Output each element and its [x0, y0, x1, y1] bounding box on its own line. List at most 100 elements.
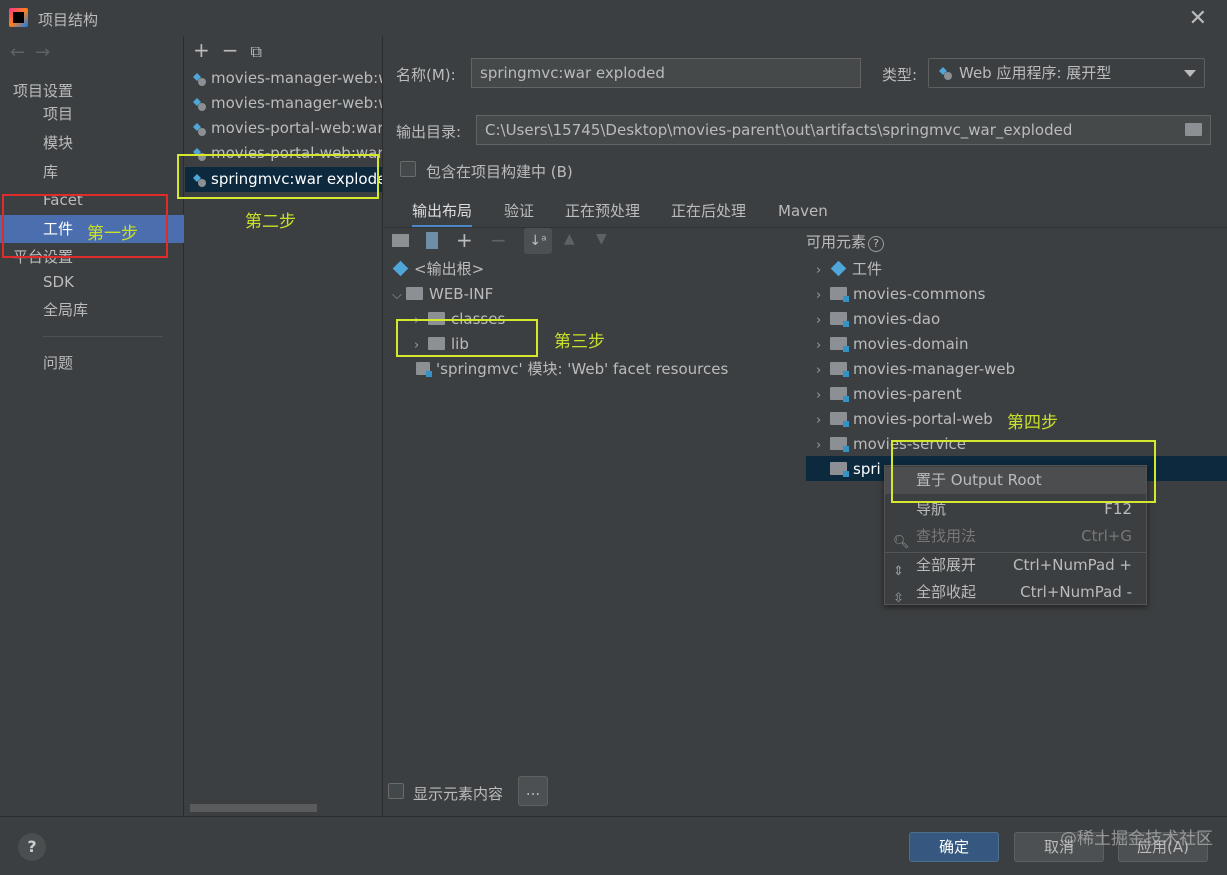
available-item[interactable]: › movies-commons [816, 282, 985, 307]
folder-icon [406, 287, 423, 300]
annotation-step1: 第一步 [87, 224, 138, 244]
show-contents-label: 显示元素内容 [413, 785, 504, 803]
chevron-down-icon [1184, 70, 1196, 77]
output-root-label: <输出根> [414, 260, 485, 278]
artifact-item[interactable]: movies-manager-web:w [185, 66, 382, 91]
type-select[interactable]: Web 应用程序: 展开型 [928, 58, 1205, 88]
artifact-item[interactable]: movies-manager-web:w [185, 91, 383, 116]
available-item[interactable]: › 工件 [816, 257, 882, 282]
nav-item-global-libraries[interactable]: 全局库 [0, 296, 184, 324]
web-inf-label: WEB-INF [429, 285, 494, 303]
annotation-yellow-box [177, 154, 379, 199]
layout-toolbar: + − ↓ᵃ ▲ ▼ [384, 228, 804, 256]
project-settings-header: 项目设置 [13, 82, 74, 100]
artifact-item[interactable]: movies-portal-web:war [185, 116, 383, 141]
chevron-right-icon[interactable]: › [816, 408, 830, 433]
title-bar: 项目结构 ✕ [0, 0, 1227, 36]
output-dir-label: 输出目录: [396, 123, 462, 141]
annotation-step4: 第四步 [1007, 413, 1058, 433]
module-icon [830, 312, 849, 327]
available-item[interactable]: › movies-domain [816, 332, 968, 357]
module-icon [830, 462, 849, 477]
nav-separator [43, 336, 163, 337]
facet-resources-label: 'springmvc' 模块: 'Web' facet resources [436, 360, 729, 378]
available-item[interactable]: › movies-dao [816, 307, 940, 332]
chevron-down-icon[interactable]: ⌵ [392, 283, 406, 308]
copy-artifact-button[interactable]: ⧉ [251, 42, 274, 62]
web-artifact-icon [193, 73, 206, 86]
artifact-editor: 名称(M): springmvc:war exploded 类型: Web 应用… [384, 36, 1227, 816]
nav-item-modules[interactable]: 模块 [0, 129, 184, 157]
available-item[interactable]: › movies-portal-web [816, 407, 993, 432]
sort-icon[interactable]: ↓ᵃ [524, 228, 552, 254]
output-root-icon [392, 260, 409, 277]
available-item[interactable]: › movies-manager-web [816, 357, 1015, 382]
tree-row-output-root[interactable]: <输出根> [392, 257, 484, 282]
available-elements-header: 可用元素? [806, 231, 885, 252]
move-down-icon[interactable]: ▼ [596, 231, 607, 247]
facet-resources-icon [416, 362, 432, 377]
settings-nav: ←→ 项目设置 项目 模块 库 Facet 工件 平台设置 SDK 全局库 问题 [0, 36, 184, 816]
chevron-right-icon[interactable]: › [816, 283, 830, 308]
include-in-build-checkbox[interactable] [400, 161, 416, 177]
watermark: @稀土掘金技术社区 [1060, 829, 1213, 849]
menu-item-expand-all[interactable]: ⇕ 全部展开 Ctrl+NumPad + [885, 552, 1146, 579]
nav-item-problems[interactable]: 问题 [0, 349, 184, 377]
artifact-list-panel: +−⧉ movies-manager-web:w movies-manager-… [185, 36, 383, 816]
menu-item-find-usages[interactable]: 🔍︎ 查找用法 Ctrl+G [885, 523, 1146, 550]
tab-post-processing[interactable]: 正在后处理 [671, 198, 746, 228]
annotation-yellow-box [396, 319, 538, 357]
type-value: Web 应用程序: 展开型 [959, 64, 1112, 82]
artifact-label: movies-portal-web:war [211, 119, 383, 137]
nav-item-project[interactable]: 项目 [0, 100, 184, 128]
type-label: 类型: [882, 66, 918, 84]
menu-item-collapse-all[interactable]: ⇳ 全部收起 Ctrl+NumPad - [885, 579, 1146, 606]
annotation-step2: 第二步 [245, 212, 296, 232]
name-label: 名称(M): [396, 66, 456, 84]
intellij-logo-icon [9, 8, 28, 27]
tree-row-facet-resources[interactable]: 'springmvc' 模块: 'Web' facet resources [416, 357, 728, 382]
module-icon [830, 337, 849, 352]
module-icon [830, 387, 849, 402]
name-field[interactable]: springmvc:war exploded [471, 58, 861, 88]
nav-item-libraries[interactable]: 库 [0, 158, 184, 186]
tab-pre-processing[interactable]: 正在预处理 [565, 198, 640, 228]
available-item-selected[interactable]: spri [830, 457, 881, 482]
include-in-build-label: 包含在项目构建中 (B) [426, 163, 573, 181]
chevron-right-icon[interactable]: › [816, 433, 830, 458]
archive-icon[interactable] [426, 232, 438, 249]
folder-browse-icon[interactable] [1185, 123, 1202, 136]
chevron-right-icon[interactable]: › [816, 308, 830, 333]
artifacts-icon [830, 260, 847, 277]
tab-validation[interactable]: 验证 [504, 198, 534, 228]
module-icon [830, 437, 849, 452]
ok-button[interactable]: 确定 [909, 832, 999, 862]
chevron-right-icon[interactable]: › [816, 258, 830, 283]
tab-maven[interactable]: Maven [778, 198, 828, 228]
tab-output-layout[interactable]: 输出布局 [412, 198, 473, 228]
close-icon[interactable]: ✕ [1189, 6, 1207, 31]
nav-item-sdk[interactable]: SDK [0, 268, 184, 296]
horizontal-scrollbar[interactable] [190, 804, 317, 812]
annotation-step3: 第三步 [554, 332, 605, 352]
artifact-label: movies-manager-web:w [211, 94, 383, 112]
move-up-icon[interactable]: ▲ [564, 231, 575, 247]
artifact-toolbar: +−⧉ [193, 38, 274, 62]
new-folder-icon[interactable] [392, 234, 409, 247]
add-icon[interactable]: + [456, 228, 473, 252]
back-forward-icons[interactable]: ←→ [10, 42, 60, 63]
chevron-right-icon[interactable]: › [816, 333, 830, 358]
tree-row-web-inf[interactable]: ⌵ WEB-INF [392, 282, 493, 307]
remove-icon[interactable]: − [490, 228, 507, 252]
add-artifact-button[interactable]: + [193, 38, 222, 62]
output-dir-field[interactable]: C:\Users\15745\Desktop\movies-parent\out… [476, 115, 1211, 145]
help-icon[interactable]: ? [868, 236, 885, 252]
show-contents-checkbox[interactable] [388, 783, 404, 799]
collapse-all-icon: ⇳ [893, 591, 904, 606]
chevron-right-icon[interactable]: › [816, 383, 830, 408]
available-item[interactable]: › movies-parent [816, 382, 961, 407]
more-options-button[interactable]: ... [518, 776, 548, 806]
help-button[interactable]: ? [18, 833, 46, 861]
chevron-right-icon[interactable]: › [816, 358, 830, 383]
remove-artifact-button[interactable]: − [222, 38, 251, 62]
